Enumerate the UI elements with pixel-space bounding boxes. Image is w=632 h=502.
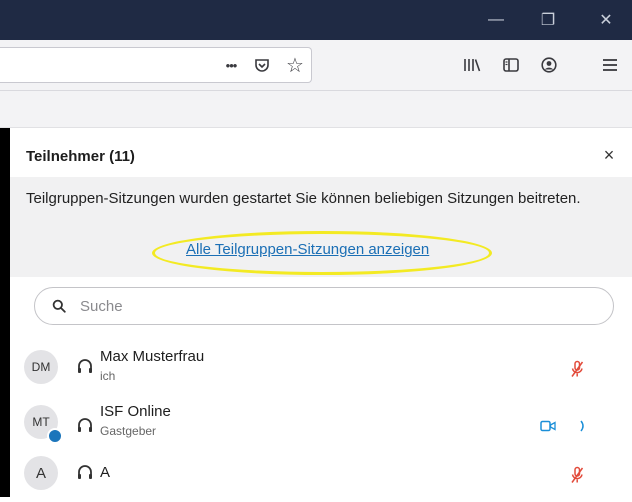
expand-chevron-icon[interactable]	[579, 419, 587, 433]
breakout-notice-text: Teilgruppen-Sitzungen wurden gestartet S…	[26, 190, 581, 207]
page-actions-button[interactable]: •••	[220, 52, 242, 78]
close-panel-button[interactable]: ×	[598, 144, 620, 166]
bookmarks-bar	[0, 91, 632, 128]
panel-title: Teilnehmer (11)	[26, 148, 135, 165]
participant-name: ISF Online	[100, 403, 171, 420]
minimize-button[interactable]: —	[474, 0, 518, 40]
highlight-ellipse	[152, 231, 492, 275]
participant-name: Max Musterfrau	[100, 348, 205, 365]
participant-role: ich	[100, 369, 116, 383]
participant-role: Gastgeber	[100, 424, 157, 438]
mic-muted-icon[interactable]	[569, 360, 585, 378]
close-window-button[interactable]: ✕	[584, 0, 628, 40]
avatar: DM	[24, 350, 58, 384]
sidebar-icon[interactable]	[497, 52, 525, 78]
headset-icon	[78, 359, 92, 373]
avatar: A	[24, 456, 58, 490]
menu-icon[interactable]	[596, 52, 624, 78]
video-icon[interactable]	[540, 420, 556, 432]
presence-badge	[47, 428, 63, 444]
page-left-edge	[0, 128, 10, 497]
pocket-icon[interactable]	[251, 52, 273, 78]
participant-name: A	[100, 464, 111, 481]
mic-muted-icon[interactable]	[569, 466, 585, 484]
headset-icon	[78, 418, 92, 432]
search-icon	[52, 299, 66, 313]
headset-icon	[78, 465, 92, 479]
search-input[interactable]	[80, 295, 580, 317]
restore-button[interactable]: ❐	[526, 0, 570, 40]
bookmark-star-icon[interactable]: ☆	[284, 52, 306, 78]
account-icon[interactable]	[535, 52, 563, 78]
library-icon[interactable]	[458, 52, 486, 78]
